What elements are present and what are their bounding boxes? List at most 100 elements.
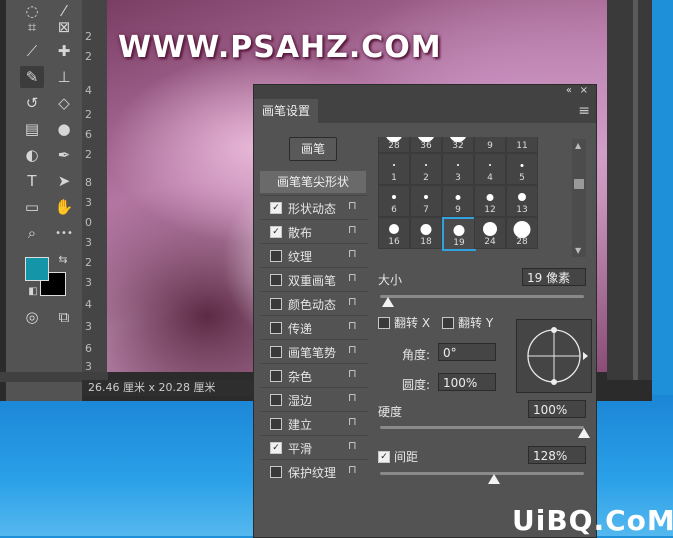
option-checkbox[interactable]: ✓ <box>270 442 282 454</box>
option-checkbox[interactable] <box>270 394 282 406</box>
lock-icon[interactable]: ⊓ <box>348 439 357 452</box>
brush-tip-shape-option[interactable]: 画笔笔尖形状 <box>260 171 366 193</box>
screen-mode-icon[interactable]: ⧉ <box>52 306 76 328</box>
frame-icon[interactable]: ⊠ <box>52 16 76 38</box>
spacing-slider-thumb[interactable] <box>488 474 501 484</box>
tip-grid-scrollbar[interactable]: ▲ ▼ <box>572 139 586 257</box>
quick-mask-icon[interactable]: ◎ <box>20 306 44 328</box>
option-checkbox[interactable] <box>270 370 282 382</box>
brush-tip[interactable]: 18 <box>410 217 442 249</box>
size-slider-track[interactable] <box>380 295 584 298</box>
scrollbar-thumb[interactable] <box>574 179 584 189</box>
lock-icon[interactable]: ⊓ <box>348 223 357 236</box>
panel-divider[interactable] <box>633 0 638 380</box>
blur-icon[interactable]: ● <box>52 118 76 140</box>
eraser-icon[interactable]: ◇ <box>52 92 76 114</box>
spacing-checkbox[interactable]: ✓ <box>378 451 390 463</box>
option-checkbox[interactable] <box>270 346 282 358</box>
history-brush-icon[interactable]: ↺ <box>20 92 44 114</box>
spacing-slider-track[interactable] <box>380 472 584 475</box>
option-checkbox[interactable] <box>270 418 282 430</box>
size-slider-thumb[interactable] <box>382 297 395 307</box>
brush-tip[interactable]: 9 <box>474 137 506 153</box>
size-input[interactable]: 19 像素 <box>522 268 586 286</box>
option-checkbox[interactable] <box>270 466 282 478</box>
scroll-up-icon[interactable]: ▲ <box>575 141 581 150</box>
option-checkbox[interactable] <box>270 250 282 262</box>
option-checkbox[interactable] <box>270 274 282 286</box>
brush-tip[interactable]: 16 <box>378 217 410 249</box>
flip-x-checkbox[interactable] <box>378 317 390 329</box>
brush-tip[interactable]: 36 <box>410 137 442 153</box>
brush-tip[interactable]: 4 <box>474 153 506 185</box>
brush-icon[interactable]: ✎ <box>20 66 44 88</box>
swap-colors-icon[interactable]: ⇆ <box>56 252 70 266</box>
brush-tip[interactable]: 6 <box>378 185 410 217</box>
lock-icon[interactable]: ⊓ <box>348 247 357 260</box>
option-row[interactable]: 建立 ⊓ <box>260 411 368 436</box>
brush-tip[interactable]: 9 <box>442 185 474 217</box>
brush-tip[interactable]: 2 <box>410 153 442 185</box>
panel-menu-icon[interactable]: ≡ <box>578 103 590 119</box>
option-row[interactable]: 颜色动态 ⊓ <box>260 291 368 316</box>
angle-roundness-widget[interactable] <box>516 319 592 393</box>
brush-tip[interactable]: 7 <box>410 185 442 217</box>
path-select-icon[interactable]: ➤ <box>52 170 76 192</box>
roundness-input[interactable]: 100% <box>438 373 496 391</box>
option-row[interactable]: 保护纹理 ⊓ <box>260 459 368 484</box>
type-icon[interactable]: T <box>20 170 44 192</box>
tab-brush-settings[interactable]: 画笔设置 <box>254 99 319 123</box>
brush-tip[interactable]: 28 <box>506 217 538 249</box>
default-colors-icon[interactable]: ◧ <box>26 284 40 298</box>
option-row[interactable]: ✓ 散布 ⊓ <box>260 219 368 244</box>
pen-icon[interactable]: ✒ <box>52 144 76 166</box>
panel-header-bar[interactable]: « × <box>254 85 596 99</box>
option-checkbox[interactable]: ✓ <box>270 202 282 214</box>
spacing-input[interactable]: 128% <box>528 446 586 464</box>
brush-tip[interactable]: 32 <box>442 137 474 153</box>
brush-tip[interactable]: 28 <box>378 137 410 153</box>
brush-tip[interactable]: 13 <box>506 185 538 217</box>
flip-y-checkbox[interactable] <box>442 317 454 329</box>
brush-tip[interactable]: 24 <box>474 217 506 249</box>
option-row[interactable]: 杂色 ⊓ <box>260 363 368 388</box>
lock-icon[interactable]: ⊓ <box>348 295 357 308</box>
hardness-slider-thumb[interactable] <box>578 428 590 438</box>
lock-icon[interactable]: ⊓ <box>348 367 357 380</box>
option-row[interactable]: 纹理 ⊓ <box>260 243 368 268</box>
lock-icon[interactable]: ⊓ <box>348 463 357 476</box>
hardness-input[interactable]: 100% <box>528 400 586 418</box>
document-size-status[interactable]: 26.46 厘米 x 20.28 厘米 <box>82 380 263 396</box>
brush-tip[interactable]: 5 <box>506 153 538 185</box>
collapse-icon[interactable]: « <box>566 85 572 96</box>
option-checkbox[interactable] <box>270 322 282 334</box>
eyedropper-icon[interactable]: ⟋ <box>20 40 44 62</box>
brush-tip[interactable]: 11 <box>506 137 538 153</box>
brush-tip[interactable]: 1 <box>378 153 410 185</box>
lock-icon[interactable]: ⊓ <box>348 319 357 332</box>
gradient-icon[interactable]: ▤ <box>20 118 44 140</box>
scroll-down-icon[interactable]: ▼ <box>575 246 581 255</box>
heal-icon[interactable]: ✚ <box>52 40 76 62</box>
option-row[interactable]: 湿边 ⊓ <box>260 387 368 412</box>
lock-icon[interactable]: ⊓ <box>348 199 357 212</box>
dodge-icon[interactable]: ◐ <box>20 144 44 166</box>
more-icon[interactable]: ••• <box>52 222 76 244</box>
hand-icon[interactable]: ✋ <box>52 196 76 218</box>
option-row[interactable]: 双重画笔 ⊓ <box>260 267 368 292</box>
hardness-slider-track[interactable] <box>380 426 584 429</box>
shape-icon[interactable]: ▭ <box>20 196 44 218</box>
option-checkbox[interactable] <box>270 298 282 310</box>
angle-input[interactable]: 0° <box>438 343 496 361</box>
lock-icon[interactable]: ⊓ <box>348 343 357 356</box>
brush-tip[interactable]: 19 <box>442 217 476 251</box>
foreground-color-swatch[interactable] <box>25 257 49 281</box>
stamp-icon[interactable]: ⊥ <box>52 66 76 88</box>
close-icon[interactable]: × <box>580 85 588 96</box>
brush-tip[interactable]: 3 <box>442 153 474 185</box>
lock-icon[interactable]: ⊓ <box>348 271 357 284</box>
option-row[interactable]: ✓ 平滑 ⊓ <box>260 435 368 460</box>
option-checkbox[interactable]: ✓ <box>270 226 282 238</box>
brush-tip[interactable]: 12 <box>474 185 506 217</box>
lock-icon[interactable]: ⊓ <box>348 415 357 428</box>
